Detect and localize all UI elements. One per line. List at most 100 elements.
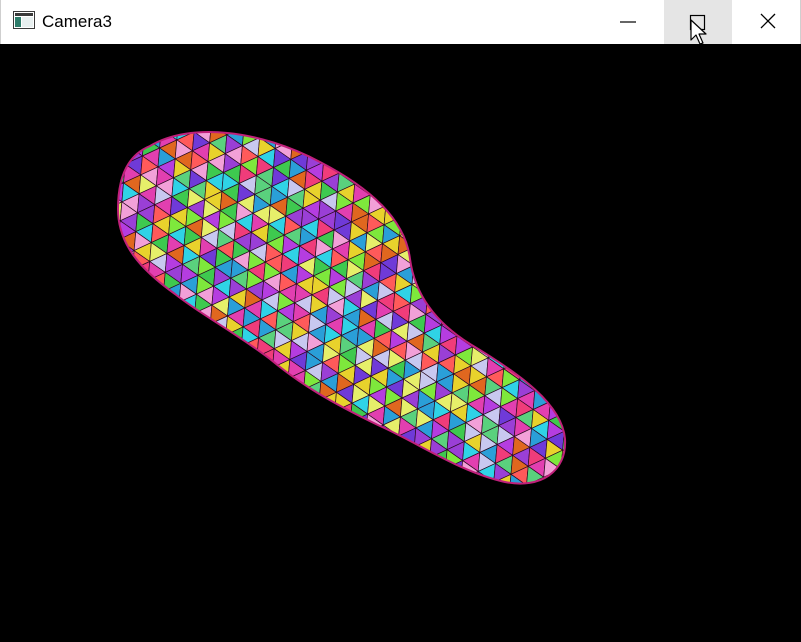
- mesh-triangle: [361, 90, 378, 109]
- mesh-triangle: [180, 94, 197, 113]
- mesh-triangle: [587, 348, 604, 367]
- mesh-triangle: [199, 56, 216, 75]
- mesh-triangle: [485, 175, 504, 197]
- close-button[interactable]: [734, 0, 801, 44]
- mesh-triangle: [386, 178, 406, 199]
- mesh-triangle: [332, 421, 351, 442]
- mesh-triangle: [284, 396, 303, 417]
- mesh-triangle: [146, 110, 163, 129]
- mesh-triangle: [380, 435, 400, 456]
- mesh-triangle: [45, 321, 62, 340]
- mesh-triangle: [539, 325, 558, 346]
- mesh-triangle: [261, 111, 278, 130]
- mesh-triangle: [676, 281, 693, 300]
- maximize-button[interactable]: [664, 0, 732, 44]
- mesh-triangle: [263, 92, 280, 111]
- mesh-triangle: [516, 208, 535, 229]
- mesh-triangle: [458, 498, 475, 517]
- mesh-triangle: [182, 75, 199, 94]
- mesh-triangle: [475, 481, 495, 484]
- mesh-triangle: [149, 61, 166, 80]
- mesh-triangle: [504, 531, 521, 550]
- mesh-triangle: [518, 178, 537, 199]
- mesh-triangle: [408, 504, 425, 523]
- mesh-triangle: [118, 314, 129, 335]
- mesh-triangle: [235, 394, 255, 415]
- mesh-triangle: [494, 273, 513, 294]
- window-title: Camera3: [42, 12, 112, 31]
- mesh-triangle: [128, 287, 148, 308]
- mesh-triangle: [489, 330, 508, 351]
- mesh-triangle: [454, 536, 471, 555]
- mesh-triangle: [379, 92, 396, 111]
- mesh-triangle: [512, 246, 532, 267]
- mesh-triangle: [660, 270, 677, 289]
- mesh-triangle: [457, 308, 477, 329]
- mesh-triangle: [310, 475, 329, 484]
- mesh-triangle: [461, 259, 480, 280]
- mesh-triangle: [229, 458, 248, 479]
- mesh-triangle: [426, 475, 445, 484]
- mesh-triangle: [372, 148, 392, 169]
- mesh-triangle: [600, 377, 617, 396]
- mesh-triangle: [593, 283, 610, 302]
- mesh-triangle: [192, 323, 211, 344]
- mesh-triangle: [199, 429, 219, 450]
- mesh-triangle: [491, 481, 510, 484]
- mesh-triangle: [265, 434, 284, 455]
- mesh-triangle: [69, 237, 86, 256]
- app-window: Camera3: [0, 0, 801, 642]
- mesh-triangle: [216, 59, 233, 78]
- minimize-button[interactable]: [594, 0, 662, 44]
- mesh-triangle: [638, 334, 655, 353]
- mesh-triangle: [14, 288, 31, 307]
- mesh-triangle: [91, 353, 108, 372]
- mesh-triangle: [453, 566, 470, 585]
- mesh-triangle: [454, 547, 471, 566]
- mesh-triangle: [218, 391, 238, 412]
- mesh-triangle: [127, 132, 147, 138]
- mesh-triangle: [473, 509, 490, 528]
- mesh-triangle: [435, 192, 454, 213]
- mesh-triangle: [204, 361, 224, 382]
- mesh-triangle: [612, 245, 629, 264]
- mesh-triangle: [369, 175, 389, 196]
- mesh-triangle: [437, 544, 454, 563]
- mesh-triangle: [404, 170, 423, 191]
- mesh-triangle: [475, 490, 492, 509]
- mesh-triangle: [51, 245, 68, 264]
- mesh-triangle: [284, 407, 303, 428]
- mesh-triangle: [365, 63, 382, 82]
- mesh-triangle: [140, 347, 159, 368]
- render-viewport[interactable]: [0, 44, 801, 642]
- mesh-triangle: [504, 160, 523, 181]
- mesh-triangle: [559, 279, 566, 300]
- mesh-triangle: [418, 189, 437, 210]
- title-bar[interactable]: Camera3: [0, 0, 801, 44]
- mesh-triangle: [190, 342, 209, 363]
- mesh-triangle: [198, 436, 217, 458]
- mesh-triangle: [251, 44, 268, 51]
- mesh-triangle: [340, 134, 359, 155]
- mesh-triangle: [363, 432, 383, 453]
- mesh-triangle: [34, 253, 51, 272]
- mesh-triangle: [568, 385, 585, 404]
- mesh-triangle: [471, 157, 490, 178]
- mesh-triangle: [344, 98, 361, 117]
- mesh-triangle: [449, 593, 466, 612]
- mesh-triangle: [261, 472, 281, 484]
- mesh-triangle: [291, 132, 311, 142]
- mesh-triangle: [266, 415, 286, 436]
- mesh-triangle: [527, 265, 546, 286]
- mesh-triangle: [553, 355, 566, 376]
- mesh-triangle: [618, 369, 635, 388]
- mesh-triangle: [206, 353, 225, 374]
- mesh-triangle: [424, 132, 443, 145]
- mesh-triangle: [359, 501, 376, 520]
- mesh-triangle: [315, 57, 332, 76]
- mesh-triangle: [346, 79, 363, 98]
- mesh-triangle: [74, 350, 91, 369]
- mesh-triangle: [539, 314, 558, 335]
- mesh-triangle: [90, 361, 107, 380]
- mesh-triangle: [118, 276, 132, 298]
